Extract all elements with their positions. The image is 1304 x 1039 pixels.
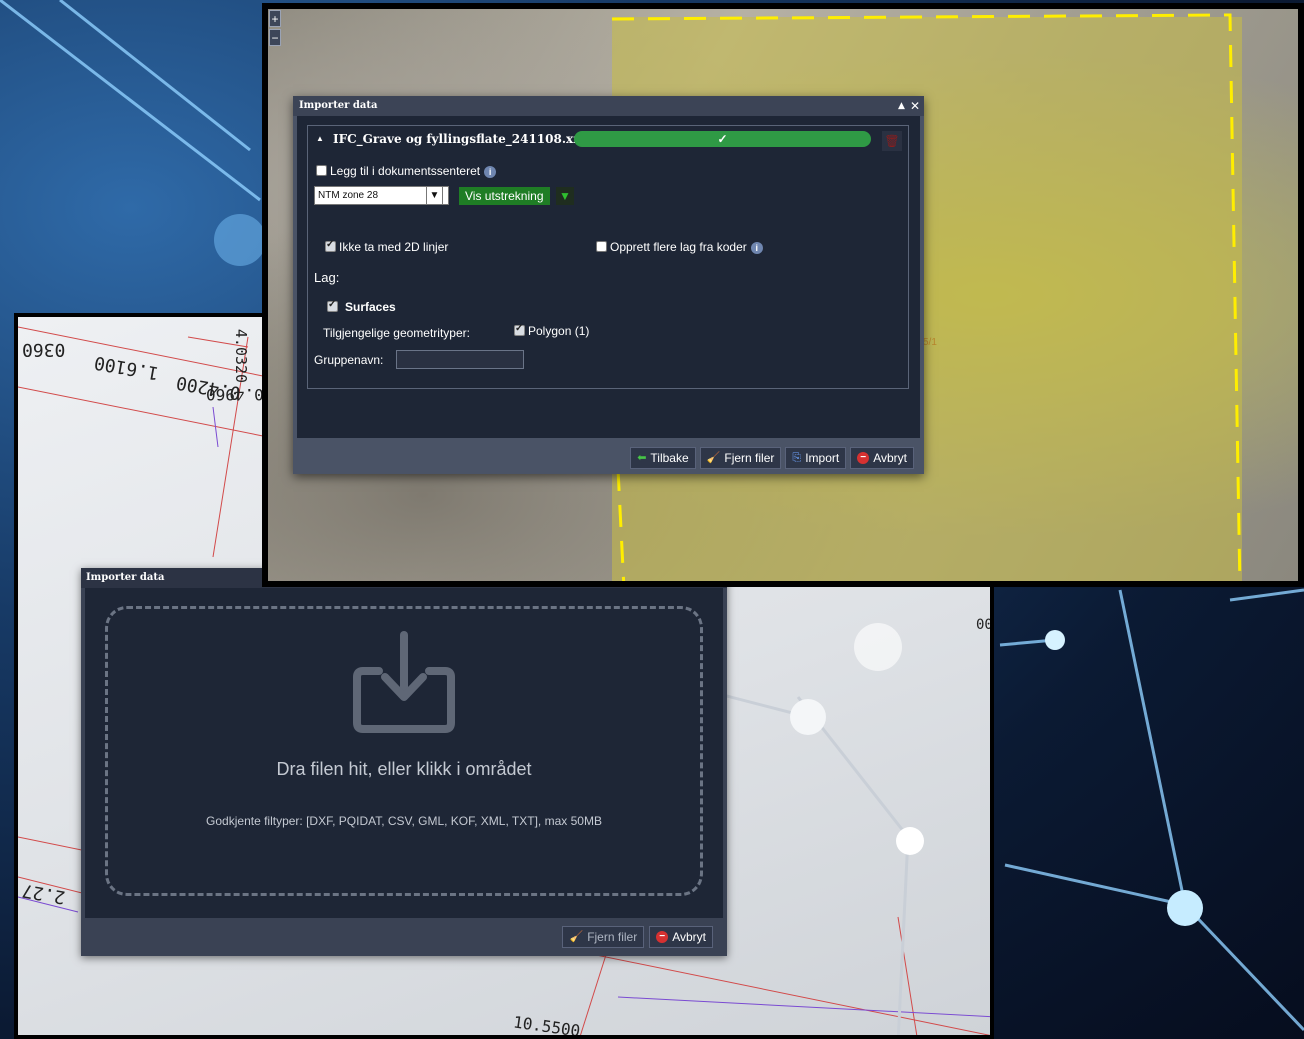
checkbox-box[interactable] xyxy=(596,241,607,252)
add-to-documents-checkbox[interactable]: Legg til i dokumentssenteret i xyxy=(316,164,497,178)
remove-files-label: Fjern filer xyxy=(587,930,638,944)
back-label: Tilbake xyxy=(650,451,689,465)
polygon-checkbox[interactable]: Polygon (1) xyxy=(514,323,590,338)
cancel-label: Avbryt xyxy=(672,930,706,944)
broom-icon: 🧹 xyxy=(569,931,584,943)
collapse-icon[interactable]: ▲ xyxy=(898,96,905,116)
upload-footer: 🧹 Fjern filer − Avbryt xyxy=(562,926,713,948)
cancel-button[interactable]: − Avbryt xyxy=(649,926,713,948)
remove-files-button[interactable]: 🧹 Fjern filer xyxy=(562,926,645,948)
create-layers-checkbox[interactable]: Opprett flere lag fra koder i xyxy=(596,240,763,254)
file-name: IFC_Grave og fyllingsflate_241108.xml xyxy=(333,132,591,146)
chevron-down-icon[interactable]: ▼ xyxy=(426,186,443,205)
exclude-2d-lines-checkbox[interactable]: Ikke ta med 2D linjer xyxy=(325,239,449,254)
zoom-out-button[interactable]: − xyxy=(269,29,281,46)
filter-icon[interactable]: ▼ xyxy=(556,187,574,205)
layer-surfaces-checkbox[interactable]: Surfaces xyxy=(327,299,396,314)
arrow-left-icon: ⬅ xyxy=(637,452,647,464)
import-dialog: Importer data ▲ ✕ ▲ IFC_Grave og fylling… xyxy=(293,96,924,474)
file-collapse-icon[interactable]: ▲ xyxy=(316,134,324,143)
drop-instructions: Dra filen hit, eller klikk i området xyxy=(276,759,532,779)
cad-label: 0.4960 xyxy=(206,385,264,404)
info-icon[interactable]: i xyxy=(750,242,763,254)
parcel-label: 5/1 xyxy=(923,337,937,348)
download-tray-icon xyxy=(353,631,455,733)
cad-label: 0360 xyxy=(22,339,66,360)
checkbox-box[interactable] xyxy=(327,299,338,312)
check-icon: ✓ xyxy=(717,132,728,146)
checkbox-box[interactable] xyxy=(514,323,525,336)
import-button[interactable]: ⎘ Import xyxy=(785,447,847,469)
title-controls: ▲ ✕ xyxy=(898,96,920,116)
delete-file-button[interactable]: 🗑 xyxy=(882,131,902,151)
import-footer: ⬅ Tilbake 🧹 Fjern filer ⎘ Import − Avbry… xyxy=(630,447,914,469)
close-icon[interactable]: ✕ xyxy=(910,96,920,116)
layers-heading: Lag: xyxy=(314,270,340,285)
file-drop-zone[interactable]: Dra filen hit, eller klikk i området God… xyxy=(105,606,703,896)
back-button[interactable]: ⬅ Tilbake xyxy=(630,447,696,469)
polygon-label: Polygon (1) xyxy=(528,324,590,338)
cancel-label: Avbryt xyxy=(873,451,907,465)
stop-icon: − xyxy=(656,931,669,943)
trash-icon: 🗑 xyxy=(884,134,900,148)
coordinate-system-value: NTM zone 28 xyxy=(318,190,379,201)
cancel-button[interactable]: − Avbryt xyxy=(850,447,914,469)
layer-name: Surfaces xyxy=(345,300,396,314)
info-icon[interactable]: i xyxy=(484,166,497,178)
upload-body: Dra filen hit, eller klikk i området God… xyxy=(85,588,723,918)
import-icon: ⎘ xyxy=(792,452,802,464)
zoom-in-button[interactable]: + xyxy=(269,10,281,27)
import-label: Import xyxy=(805,451,840,465)
show-extent-button[interactable]: Vis utstrekning xyxy=(459,187,550,205)
group-name-label: Gruppenavn: xyxy=(314,353,384,367)
remove-files-label: Fjern filer xyxy=(724,451,775,465)
dialog-title: Importer data xyxy=(299,100,378,111)
remove-files-button[interactable]: 🧹 Fjern filer xyxy=(699,447,782,469)
exclude-2d-lines-label: Ikke ta med 2D linjer xyxy=(339,240,449,254)
group-name-input[interactable] xyxy=(396,350,524,369)
import-body: ▲ IFC_Grave og fyllingsflate_241108.xml … xyxy=(297,116,920,438)
accepted-file-types: Godkjente filtyper: [DXF, PQIDAT, CSV, G… xyxy=(206,814,602,828)
checkbox-box[interactable] xyxy=(316,165,327,176)
add-to-documents-label: Legg til i dokumentssenteret xyxy=(330,164,481,178)
broom-icon: 🧹 xyxy=(706,452,721,464)
zoom-controls: + − xyxy=(269,10,281,46)
geometry-types-label: Tilgjengelige geometrityper: xyxy=(323,326,470,340)
file-panel: ▲ IFC_Grave og fyllingsflate_241108.xml … xyxy=(307,125,909,389)
upload-progress-bar: ✓ xyxy=(574,131,871,147)
upload-dialog: Importer data Dra filen hit, eller klikk… xyxy=(81,568,727,956)
dialog-titlebar: Importer data ▲ ✕ xyxy=(293,96,924,116)
checkbox-box[interactable] xyxy=(325,239,336,252)
cad-label: 4.0320 xyxy=(232,328,251,384)
front-screenshot: 5/1 + − Importer data ▲ ✕ ▲ IFC_Grave og… xyxy=(262,3,1304,587)
create-layers-label: Opprett flere lag fra koder xyxy=(610,240,747,254)
cad-label: 00 xyxy=(976,617,993,633)
stop-icon: − xyxy=(857,452,870,464)
